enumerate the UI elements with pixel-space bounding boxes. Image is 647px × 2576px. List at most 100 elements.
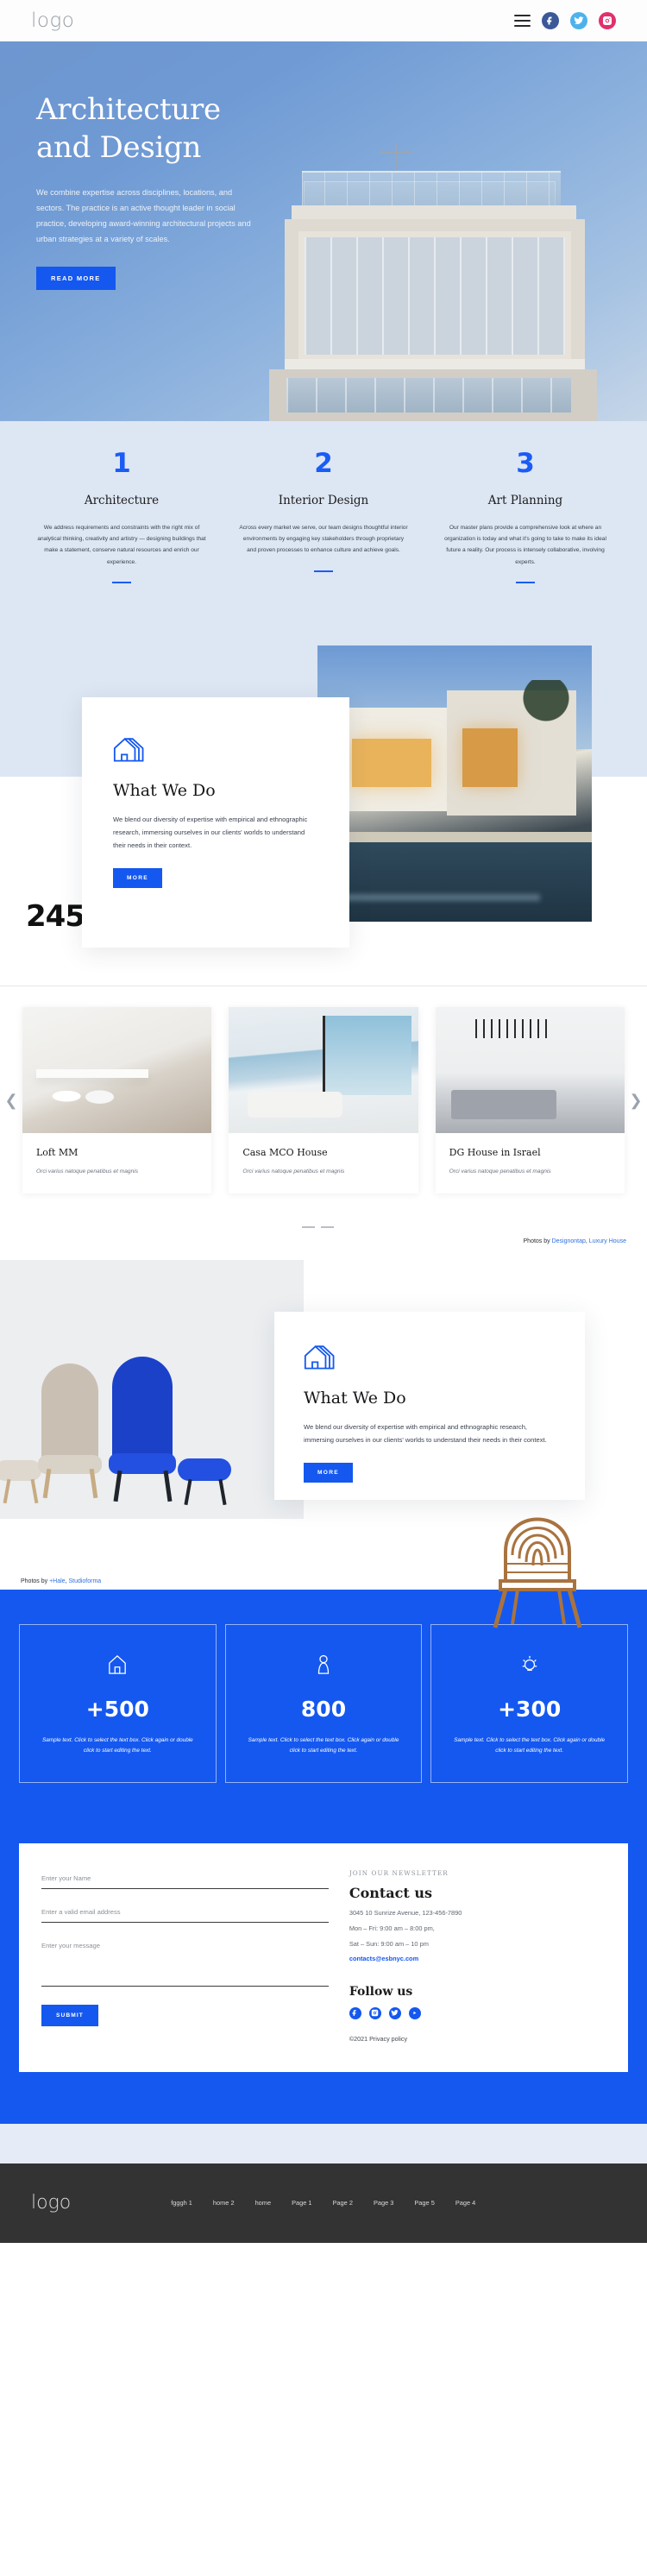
photo-credit-2-link-2[interactable]: Studioforma bbox=[68, 1578, 101, 1584]
project-image bbox=[22, 1007, 212, 1134]
project-subtitle: Orci varius natoque penatibus et magnis bbox=[449, 1168, 551, 1175]
footer-nav-item[interactable]: Page 2 bbox=[333, 2199, 353, 2207]
what-we-do-section-1: What We Do We blend our diversity of exp… bbox=[0, 625, 647, 948]
service-text: Our master plans provide a comprehensive… bbox=[444, 525, 606, 565]
photo-credit-1-link-2[interactable]: Luxury House bbox=[589, 1238, 626, 1244]
hero-title-line-2: and Design bbox=[36, 129, 202, 165]
stat-card: +300 Sample text. Click to select the te… bbox=[430, 1624, 629, 1783]
hero-section: Architecture and Design We combine exper… bbox=[0, 41, 647, 421]
what-we-do-2-text: We blend our diversity of expertise with… bbox=[304, 1423, 547, 1445]
photo-credit-1: Photos by Designontap, Luxury House bbox=[0, 1228, 647, 1244]
footer-nav-item[interactable]: Page 1 bbox=[292, 2199, 311, 2207]
pagination-dash[interactable] bbox=[320, 1226, 334, 1229]
facebook-icon[interactable] bbox=[542, 12, 559, 29]
carousel-cards: Loft MM Orci varius natoque penatibus et… bbox=[22, 1007, 625, 1194]
project-image bbox=[229, 1007, 418, 1134]
follow-social-row bbox=[349, 2006, 606, 2019]
contact-form: SUBMIT bbox=[41, 1868, 329, 2043]
contact-title: Contact us bbox=[349, 1884, 432, 1901]
name-field[interactable] bbox=[41, 1868, 329, 1889]
projects-carousel: ❮ Loft MM Orci varius natoque penatibus … bbox=[0, 986, 647, 1224]
service-number: 1 bbox=[112, 448, 131, 479]
footer-logo[interactable]: logo bbox=[31, 2192, 71, 2214]
contact-section: SUBMIT JOIN OUR NEWSLETTER Contact us 30… bbox=[0, 1842, 647, 2124]
stat-text: Sample text. Click to select the text bo… bbox=[248, 1737, 399, 1754]
stat-text: Sample text. Click to select the text bo… bbox=[454, 1737, 606, 1754]
what-we-do-section-2: What We Do We blend our diversity of exp… bbox=[0, 1244, 647, 1628]
instagram-icon[interactable] bbox=[599, 12, 616, 29]
project-title: Casa MCO House bbox=[242, 1147, 328, 1159]
project-title: DG House in Israel bbox=[449, 1147, 541, 1159]
header-actions bbox=[514, 12, 616, 29]
twitter-icon[interactable] bbox=[388, 2006, 401, 2019]
newsletter-eyebrow: JOIN OUR NEWSLETTER bbox=[349, 1868, 449, 1877]
house-icon bbox=[113, 735, 318, 767]
contact-address: 3045 10 Sunrize Avenue, 123-456-7890 bbox=[349, 1908, 462, 1917]
chevron-left-icon[interactable]: ❮ bbox=[0, 1093, 22, 1108]
service-title: Art Planning bbox=[487, 494, 563, 507]
project-card-body: Casa MCO House Orci varius natoque penat… bbox=[229, 1133, 418, 1194]
pagination-dash[interactable] bbox=[301, 1226, 315, 1229]
service-title: Architecture bbox=[84, 494, 160, 507]
service-column: 3 Art Planning Our master plans provide … bbox=[424, 450, 626, 584]
stat-card: 800 Sample text. Click to select the tex… bbox=[224, 1624, 423, 1783]
home-outline-icon bbox=[37, 1654, 198, 1679]
footer-nav-item[interactable]: home 2 bbox=[213, 2199, 235, 2207]
house-icon bbox=[304, 1343, 556, 1375]
service-number: 2 bbox=[314, 448, 333, 479]
chevron-right-icon[interactable]: ❯ bbox=[625, 1093, 647, 1108]
page-title: Architecture and Design bbox=[36, 91, 345, 167]
footer-nav-item[interactable]: Page 3 bbox=[374, 2199, 393, 2207]
what-we-do-1-card: What We Do We blend our diversity of exp… bbox=[82, 697, 349, 948]
footer-nav-item[interactable]: home bbox=[255, 2199, 272, 2207]
youtube-icon[interactable] bbox=[408, 2006, 421, 2019]
service-text: Across every market we serve, our team d… bbox=[239, 525, 408, 554]
footer-nav-item[interactable]: fgggh 1 bbox=[171, 2199, 192, 2207]
contact-hours-weekday: Mon – Fri: 9:00 am – 8:00 pm, bbox=[349, 1924, 435, 1932]
submit-button[interactable]: SUBMIT bbox=[41, 2004, 98, 2026]
project-card[interactable]: Loft MM Orci varius natoque penatibus et… bbox=[22, 1007, 212, 1194]
project-card[interactable]: DG House in Israel Orci varius natoque p… bbox=[435, 1007, 625, 1194]
read-more-button[interactable]: READ MORE bbox=[36, 266, 116, 290]
what-we-do-1-title: What We Do bbox=[113, 781, 216, 801]
service-divider bbox=[112, 581, 131, 584]
stat-text: Sample text. Click to select the text bo… bbox=[41, 1737, 193, 1754]
facebook-icon[interactable] bbox=[349, 2006, 361, 2019]
project-subtitle: Orci varius natoque penatibus et magnis bbox=[36, 1168, 139, 1175]
photo-credit-1-link-1[interactable]: Designontap bbox=[552, 1238, 586, 1244]
photo-credit-2-link-1[interactable]: +Hale bbox=[49, 1578, 65, 1584]
copyright-text: ©2021 Privacy policy bbox=[349, 2034, 408, 2043]
footer-nav-item[interactable]: Page 5 bbox=[414, 2199, 434, 2207]
photo-credit-2: Photos by +Hale, Studioforma bbox=[21, 1578, 101, 1584]
stat-card: +500 Sample text. Click to select the te… bbox=[19, 1624, 217, 1783]
footer-nav: fgggh 1 home 2 home Page 1 Page 2 Page 3… bbox=[171, 2199, 475, 2207]
services-columns: 1 Architecture We address requirements a… bbox=[0, 421, 647, 626]
site-logo[interactable]: logo bbox=[31, 9, 74, 32]
rattan-chair-image bbox=[473, 1458, 602, 1631]
service-column: 1 Architecture We address requirements a… bbox=[21, 448, 223, 584]
pre-footer-spacer bbox=[0, 2123, 647, 2163]
twitter-icon[interactable] bbox=[570, 12, 587, 29]
stat-number: 800 bbox=[300, 1697, 347, 1723]
what-we-do-1-image bbox=[317, 646, 592, 923]
project-card-body: DG House in Israel Orci varius natoque p… bbox=[436, 1133, 625, 1194]
contact-email-link[interactable]: contacts@esbnyc.com bbox=[349, 1955, 606, 1962]
what-we-do-2-title: What We Do bbox=[304, 1389, 406, 1408]
project-card-body: Loft MM Orci varius natoque penatibus et… bbox=[22, 1133, 211, 1194]
page-root: logo Architecture and Design We combine … bbox=[0, 0, 647, 2243]
hamburger-icon[interactable] bbox=[514, 15, 531, 27]
what-we-do-2-more-button[interactable]: MORE bbox=[304, 1462, 353, 1483]
instagram-icon[interactable] bbox=[368, 2006, 381, 2019]
hero-title-line-1: Architecture bbox=[36, 92, 221, 127]
email-field[interactable] bbox=[41, 1902, 329, 1923]
what-we-do-1-more-button[interactable]: MORE bbox=[113, 867, 162, 888]
service-title: Interior Design bbox=[278, 494, 369, 507]
stat-number: +500 bbox=[85, 1697, 149, 1723]
service-column: 2 Interior Design Across every market we… bbox=[223, 450, 424, 583]
project-card[interactable]: Casa MCO House Orci varius natoque penat… bbox=[229, 1007, 418, 1194]
hero-paragraph: We combine expertise across disciplines,… bbox=[36, 188, 251, 243]
footer-nav-item[interactable]: Page 4 bbox=[455, 2199, 475, 2207]
project-title: Loft MM bbox=[36, 1147, 79, 1159]
contact-panel: SUBMIT JOIN OUR NEWSLETTER Contact us 30… bbox=[19, 1842, 628, 2072]
message-field[interactable] bbox=[41, 1936, 329, 1987]
